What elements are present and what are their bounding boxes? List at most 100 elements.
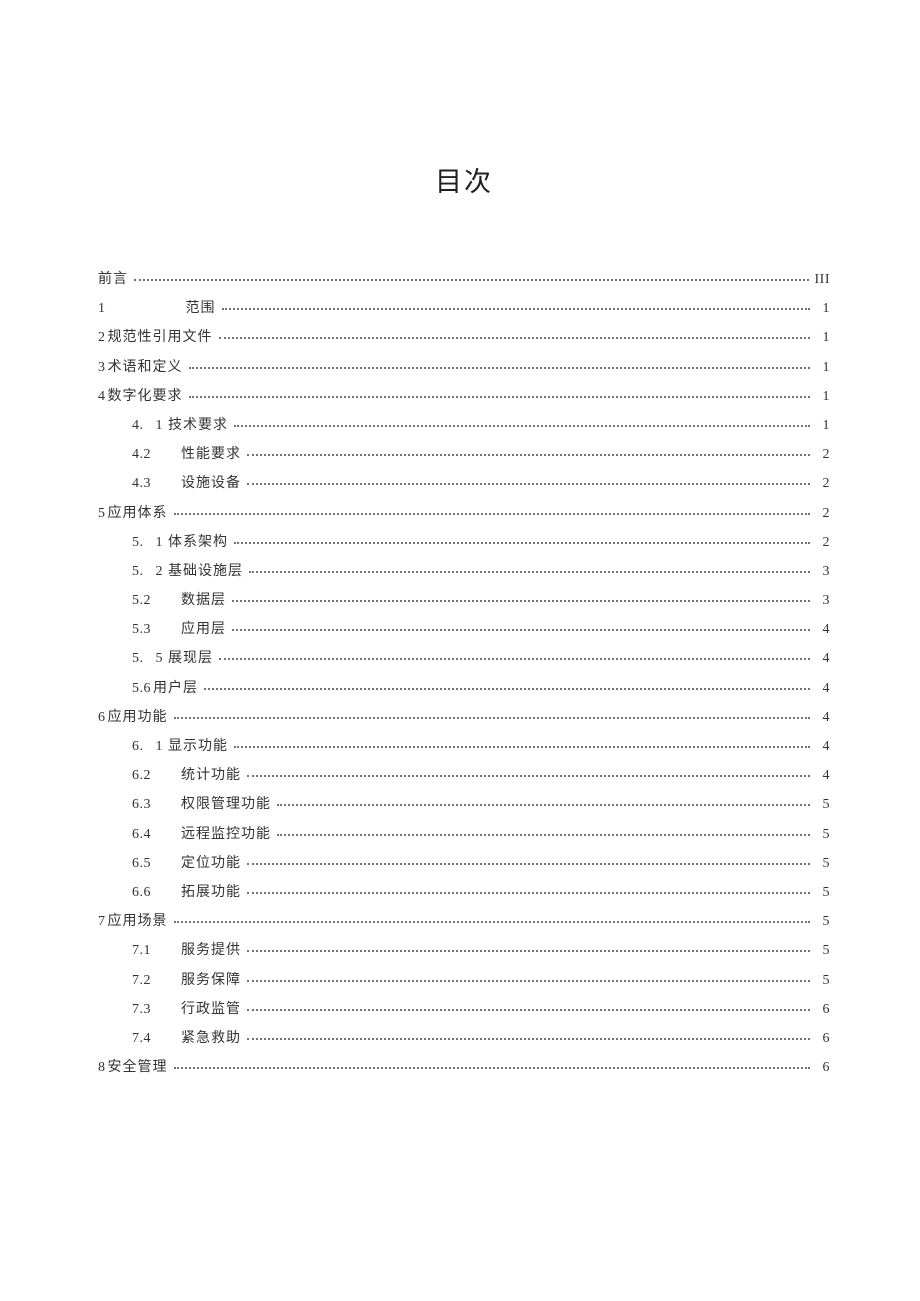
toc-entry-page: 1 — [816, 361, 830, 375]
toc-entry-page: 4 — [816, 652, 830, 666]
toc-entry: 5.6用户层4 — [98, 678, 830, 696]
toc-entry: 5.1 体系架构2 — [98, 532, 830, 550]
toc-entry: 5. 5 展现层 4 — [98, 648, 830, 666]
toc-entry-label: 范围 — [186, 302, 216, 316]
toc-entry: 5.2 基础设施层3 — [98, 561, 830, 579]
toc-entry-page: 5 — [816, 828, 830, 842]
toc-entry-number: 4.3 — [132, 477, 151, 491]
toc-entry-number: 4 — [98, 390, 106, 404]
toc-entry-page: 5 — [816, 944, 830, 958]
toc-leader-dots — [200, 678, 814, 692]
toc-entry-number: 6.3 — [132, 798, 151, 812]
toc-entry-label: 1 技术要求 — [156, 419, 229, 433]
toc-leader-dots — [243, 940, 814, 954]
toc-entry-number: 6.5 — [132, 857, 151, 871]
toc-entry-number: 6 — [98, 711, 106, 725]
toc-entry: 4数字化要求 1 — [98, 386, 830, 404]
toc-entry-number: 5.2 — [132, 594, 151, 608]
toc-entry-label: 5 展现层 — [156, 652, 214, 666]
toc-entry-page: 5 — [816, 915, 830, 929]
toc-entry-page: 2 — [816, 507, 830, 521]
toc-entry-page: 2 — [816, 536, 830, 550]
toc-entry: 6.6拓展功能5 — [98, 882, 830, 900]
toc-entry-label: 安全管理 — [108, 1061, 168, 1075]
toc-entry-page: 1 — [816, 331, 830, 345]
toc-entry-label: 性能要求 — [181, 448, 241, 462]
toc-entry-page: 2 — [816, 477, 830, 491]
toc-entry: 6.4远程监控功能5 — [98, 824, 830, 842]
toc-entry-page: 5 — [816, 798, 830, 812]
toc-leader-dots — [215, 648, 814, 662]
toc-entry-number: 5.3 — [132, 623, 151, 637]
toc-entry: 3术语和定义1 — [98, 357, 830, 375]
toc-leader-dots — [170, 1057, 815, 1071]
toc-entry-label: 2 基础设施层 — [156, 565, 244, 579]
toc-entry: 前言 III — [98, 269, 830, 287]
toc-entry-page: 6 — [816, 1003, 830, 1017]
toc-leader-dots — [130, 269, 813, 283]
toc-entry: 4.3设施设备2 — [98, 473, 830, 491]
toc-entry-label: 数字化要求 — [108, 390, 183, 404]
toc-entry-label: 数据层 — [181, 594, 226, 608]
toc-leader-dots — [243, 765, 814, 779]
toc-leader-dots — [185, 357, 815, 371]
toc-entry-page: 5 — [816, 886, 830, 900]
toc-entry: 6.5定位功能5 — [98, 853, 830, 871]
toc-entry: 8安全管理6 — [98, 1057, 830, 1075]
toc-leader-dots — [230, 532, 814, 546]
toc-entry: 6应用功能4 — [98, 707, 830, 725]
toc-leader-dots — [243, 444, 814, 458]
toc-leader-dots — [243, 473, 814, 487]
toc-entry: 6.1 显示功能4 — [98, 736, 830, 754]
toc-entry-number: 3 — [98, 361, 106, 375]
toc-entry-page: 3 — [816, 594, 830, 608]
toc-entry-label: 紧急救助 — [181, 1032, 241, 1046]
toc-leader-dots — [243, 999, 814, 1013]
toc-entry-page: 6 — [816, 1032, 830, 1046]
toc-leader-dots — [243, 1028, 814, 1042]
toc-entry-label: 服务保障 — [181, 974, 241, 988]
toc-entry-page: 4 — [816, 623, 830, 637]
toc-leader-dots — [218, 298, 815, 312]
toc-entry-page: 4 — [816, 769, 830, 783]
toc-leader-dots — [170, 911, 815, 925]
toc-leader-dots — [230, 736, 814, 750]
toc-leader-dots — [228, 590, 814, 604]
toc-entry-label: 前言 — [98, 273, 128, 287]
toc-entry: 7.4紧急救助6 — [98, 1028, 830, 1046]
toc-entry-number: 8 — [98, 1061, 106, 1075]
toc-entry-number: 6.4 — [132, 828, 151, 842]
toc-leader-dots — [243, 853, 814, 867]
toc-entry-number: 1 — [98, 302, 106, 316]
toc-leader-dots — [230, 415, 814, 429]
toc-leader-dots — [170, 503, 815, 517]
toc-entry-page: 2 — [816, 448, 830, 462]
toc-entry-page: 5 — [816, 857, 830, 871]
toc-entry: 4.2 性能要求 2 — [98, 444, 830, 462]
toc-entry-number: 4.2 — [132, 448, 151, 462]
toc-entry: 7.1服务提供5 — [98, 940, 830, 958]
toc-entry-label: 服务提供 — [181, 944, 241, 958]
toc-entry-label: 1 体系架构 — [156, 536, 229, 550]
toc-entry-label: 用户层 — [153, 682, 198, 696]
toc-title: 目次 — [98, 160, 830, 199]
toc-entry-page: III — [815, 273, 831, 287]
toc-leader-dots — [245, 561, 814, 575]
toc-entry-page: 5 — [816, 974, 830, 988]
toc-entry-number: 5. — [132, 565, 144, 579]
toc-entry-label: 规范性引用文件 — [108, 331, 213, 345]
toc-leader-dots — [185, 386, 815, 400]
toc-entry-label: 统计功能 — [181, 769, 241, 783]
toc-entry: 6.2统计功能4 — [98, 765, 830, 783]
toc-entry-number: 5. — [132, 652, 144, 666]
toc-entry-number: 6. — [132, 740, 144, 754]
toc-entry-number: 5.6 — [132, 682, 151, 696]
toc-entry-number: 2 — [98, 331, 106, 345]
toc-entry-label: 拓展功能 — [181, 886, 241, 900]
toc-entry: 2规范性引用文件 1 — [98, 327, 830, 345]
toc-entry-page: 1 — [816, 390, 830, 404]
toc-leader-dots — [273, 794, 814, 808]
toc-leader-dots — [243, 882, 814, 896]
toc-entry-label: 1 显示功能 — [156, 740, 229, 754]
toc-entry-label: 应用场景 — [108, 915, 168, 929]
